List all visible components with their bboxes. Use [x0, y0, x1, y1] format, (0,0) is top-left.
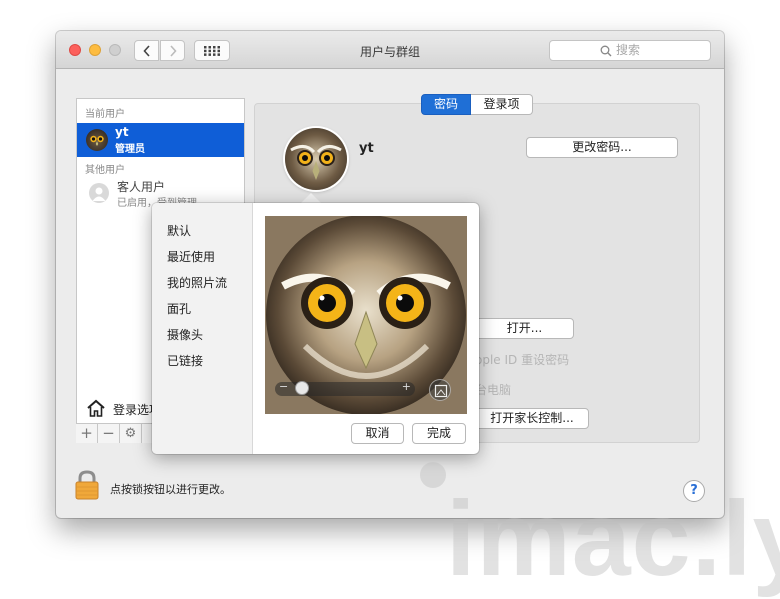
watermark: imac.ly: [446, 480, 780, 598]
user-name: yt: [115, 125, 129, 139]
lock-text: 点按锁按钮以进行更改。: [110, 483, 231, 496]
picture-crop-area[interactable]: − +: [265, 216, 467, 414]
avatar: [86, 129, 108, 151]
user-role: 管理员: [115, 144, 145, 155]
watermark-dot: [420, 462, 446, 488]
tab-login-items[interactable]: 登录项: [471, 94, 533, 115]
effects-icon: [434, 384, 448, 398]
source-item-linked[interactable]: 已链接: [167, 352, 203, 369]
picture-picker-popover: 默认 最近使用 我的照片流 面孔 摄像头 已链接 − + 取消 完成: [152, 203, 479, 454]
source-item-recent[interactable]: 最近使用: [167, 248, 215, 265]
user-picture[interactable]: [285, 128, 347, 190]
done-button[interactable]: 完成: [412, 423, 466, 444]
lock-icon: [75, 470, 99, 500]
source-item-photo-stream[interactable]: 我的照片流: [167, 274, 227, 291]
title-bar: 用户与群组 搜索: [56, 31, 724, 69]
source-item-default[interactable]: 默认: [167, 222, 191, 239]
search-field[interactable]: 搜索: [549, 40, 711, 61]
cancel-button[interactable]: 取消: [351, 423, 404, 444]
remove-user-button[interactable]: −: [98, 424, 120, 443]
apple-id-reset-text: ople ID 重设密码: [475, 353, 570, 367]
guest-avatar-icon: [89, 183, 109, 203]
source-item-camera[interactable]: 摄像头: [167, 326, 203, 343]
source-item-faces[interactable]: 面孔: [167, 300, 191, 317]
current-users-header: 当前用户: [85, 109, 125, 120]
open-button[interactable]: 打开...: [475, 318, 574, 339]
lock-button[interactable]: [75, 470, 99, 503]
gear-icon[interactable]: ⚙: [120, 424, 142, 443]
zoom-out-icon: −: [279, 380, 289, 393]
owl-avatar-icon: [90, 135, 104, 146]
guest-user-name: 客人用户: [117, 180, 166, 194]
computer-text: 台电脑: [475, 383, 512, 397]
tab-password[interactable]: 密码: [421, 94, 471, 115]
add-user-button[interactable]: +: [76, 424, 98, 443]
detail-user-name: yt: [359, 141, 374, 156]
parental-controls-button[interactable]: 打开家长控制...: [475, 408, 589, 429]
photo-effects-button[interactable]: [429, 379, 451, 401]
user-list-item-yt[interactable]: yt 管理员: [77, 123, 244, 157]
house-icon: [87, 399, 105, 417]
owl-picture-icon: [290, 145, 342, 180]
search-placeholder: 搜索: [616, 43, 641, 57]
search-icon: [600, 45, 612, 57]
zoom-slider-knob[interactable]: [295, 381, 309, 395]
other-users-header: 其他用户: [85, 165, 125, 176]
change-password-button[interactable]: 更改密码...: [526, 137, 678, 158]
picture-source-list: 默认 最近使用 我的照片流 面孔 摄像头 已链接: [152, 203, 253, 454]
zoom-slider[interactable]: − +: [275, 380, 415, 396]
zoom-in-icon: +: [401, 380, 411, 393]
